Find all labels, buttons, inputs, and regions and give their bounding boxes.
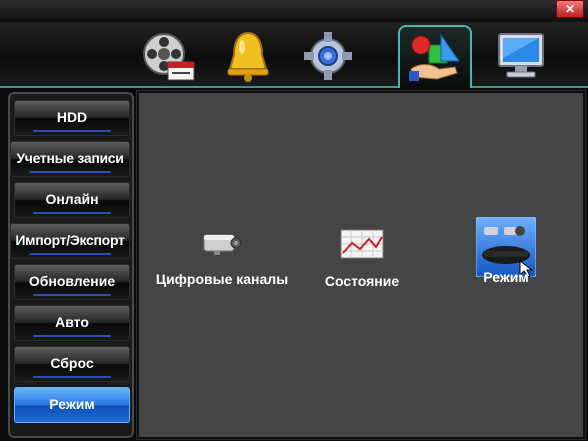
tab-advanced[interactable] xyxy=(398,25,472,88)
monitor-icon xyxy=(498,33,544,78)
title-bar: ✕ xyxy=(0,0,588,22)
status-item[interactable]: Состояние xyxy=(317,229,407,289)
status-label: Состояние xyxy=(324,273,400,289)
sidebar: HDD Учетные записи Онлайн Импорт/Экспорт… xyxy=(8,92,134,438)
top-tab-bar xyxy=(0,22,588,88)
sidebar-item-update[interactable]: Обновление xyxy=(14,264,130,300)
tab-system[interactable] xyxy=(295,28,361,84)
tab-record[interactable] xyxy=(135,28,201,84)
film-reel-icon xyxy=(143,33,195,81)
sidebar-item-import-export[interactable]: Импорт/Экспорт xyxy=(10,223,130,259)
sidebar-item-mode[interactable]: Режим xyxy=(14,387,130,423)
gear-icon xyxy=(304,32,352,80)
sidebar-item-hdd[interactable]: HDD xyxy=(14,100,130,136)
sidebar-item-online[interactable]: Онлайн xyxy=(14,182,130,218)
tab-info[interactable] xyxy=(488,28,554,84)
camera-icon xyxy=(203,234,242,255)
tab-bar-divider xyxy=(0,86,588,88)
management-icon xyxy=(409,32,460,81)
tab-alarm[interactable] xyxy=(215,28,281,84)
digital-channels-item[interactable]: Цифровые каналы xyxy=(151,231,293,287)
close-button[interactable]: ✕ xyxy=(556,0,584,18)
main-panel: Цифровые каналы Состояние Режим xyxy=(136,90,586,440)
mode-item[interactable]: Режим xyxy=(465,217,547,285)
dvr-mode-icon xyxy=(476,217,536,277)
sidebar-item-auto[interactable]: Авто xyxy=(14,305,130,341)
digital-channels-label: Цифровые каналы xyxy=(155,271,289,287)
sidebar-item-reset[interactable]: Сброс xyxy=(14,346,130,382)
sidebar-item-accounts[interactable]: Учетные записи xyxy=(10,141,130,177)
chart-icon xyxy=(340,229,384,259)
bell-icon xyxy=(227,31,269,82)
